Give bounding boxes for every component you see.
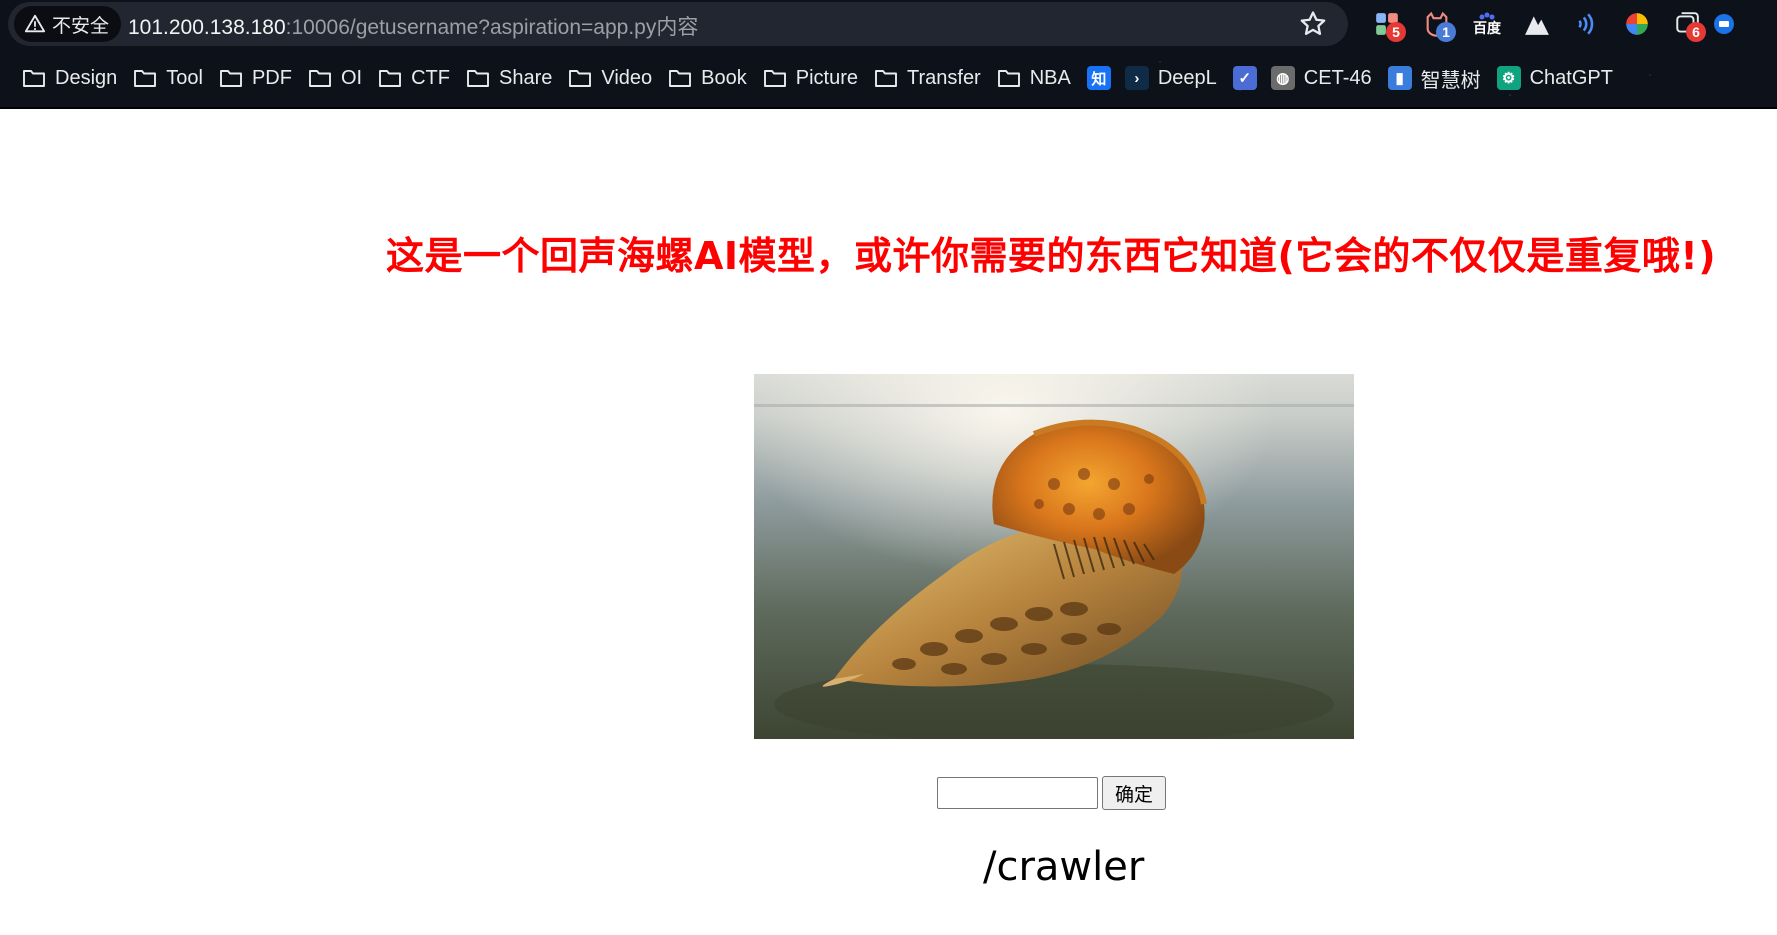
bookmark-label: DeepL xyxy=(1157,66,1217,89)
bookmark-pdf[interactable]: PDF xyxy=(217,58,306,98)
url-text[interactable]: 101.200.138.180:10006/getusername?aspira… xyxy=(128,11,698,41)
site-favicon-icon: ▮ xyxy=(1387,66,1412,90)
translate-icon[interactable] xyxy=(1712,4,1740,44)
site-favicon-icon: 知 xyxy=(1086,66,1111,90)
folder-icon xyxy=(763,68,787,88)
bookmark-label: Design xyxy=(55,66,118,89)
bookmark-label: Transfer xyxy=(907,66,981,89)
folder-icon xyxy=(378,68,402,88)
site-favicon-icon: ⚙ xyxy=(1496,66,1521,90)
extension-badge: 6 xyxy=(1686,22,1706,42)
bookmark-label: CET-46 xyxy=(1303,66,1372,89)
baidu-label: 百度 xyxy=(1473,21,1501,37)
bookmark-label: Book xyxy=(701,66,747,89)
conch-shell-image xyxy=(754,374,1354,739)
folder-icon xyxy=(874,68,898,88)
extension-badge: 5 xyxy=(1386,22,1406,42)
cat-extension-icon[interactable]: 1 xyxy=(1412,4,1462,44)
color-circle-icon[interactable] xyxy=(1612,4,1662,44)
folder-icon xyxy=(308,68,332,88)
baidu-icon[interactable]: 百度 xyxy=(1462,4,1512,44)
bookmark-label: CTF xyxy=(411,66,450,89)
bookmark-book[interactable]: Book xyxy=(666,58,761,98)
bookmark-label: ChatGPT xyxy=(1529,66,1613,89)
bookmark-design[interactable]: Design xyxy=(20,58,131,98)
bookmark-video[interactable]: Video xyxy=(566,58,666,98)
bookmark-label: Share xyxy=(498,66,553,89)
bookmarks-bar: Design Tool PDF OI CTF Share Video Book Picture T… xyxy=(0,58,1777,98)
site-favicon-icon: ✓ xyxy=(1232,66,1257,90)
bookmark-deepl[interactable]: › DeepL xyxy=(1123,58,1231,98)
bookmark-label: 智慧树 xyxy=(1420,69,1481,92)
bookmark-picture[interactable]: Picture xyxy=(761,58,872,98)
folder-icon xyxy=(668,68,692,88)
bookmark-cet-46[interactable]: ◍ CET-46 xyxy=(1269,58,1386,98)
bookmark-label: OI xyxy=(340,66,363,89)
folder-icon xyxy=(466,68,490,88)
bookmark-site-11[interactable]: 知 xyxy=(1085,58,1123,98)
bookmark-label: Tool xyxy=(166,66,203,89)
signal-icon[interactable] xyxy=(1562,4,1612,44)
grid-extension-icon[interactable]: 5 xyxy=(1362,4,1412,44)
bookmark-label: Video xyxy=(601,66,653,89)
bookmark-transfer[interactable]: Transfer xyxy=(872,58,995,98)
extensions-toolbar: 5 1 百度 6 xyxy=(1362,4,1740,44)
folder-icon xyxy=(219,68,243,88)
folder-icon xyxy=(22,68,46,88)
bookmark-ctf[interactable]: CTF xyxy=(376,58,464,98)
site-favicon-icon: ◍ xyxy=(1270,66,1295,90)
bookmark-label: PDF xyxy=(251,66,292,89)
address-bar[interactable]: 不安全 101.200.138.180:10006/getusername?as… xyxy=(8,2,1348,46)
bookmark-star-icon[interactable] xyxy=(1298,9,1328,39)
bookmark-chatgpt[interactable]: ⚙ ChatGPT xyxy=(1495,58,1627,98)
mountain-icon[interactable] xyxy=(1512,4,1562,44)
url-host: 101.200.138.180 xyxy=(128,16,286,39)
aspiration-input[interactable] xyxy=(937,777,1098,809)
site-favicon-icon: › xyxy=(1124,66,1149,90)
bookmark-label: Picture xyxy=(795,66,858,89)
extension-badge: 1 xyxy=(1436,22,1456,42)
folder-icon xyxy=(568,68,592,88)
browser-chrome: 不安全 101.200.138.180:10006/getusername?as… xyxy=(0,0,1777,109)
bookmark-label: NBA xyxy=(1029,66,1071,89)
bookmark-share[interactable]: Share xyxy=(464,58,566,98)
page-headline: 这是一个回声海螺AI模型，或许你需要的东西它知道(它会的不仅仅是重复哦!) xyxy=(386,234,1717,278)
security-chip[interactable]: 不安全 xyxy=(14,6,122,42)
confirm-button[interactable]: 确定 xyxy=(1102,776,1167,810)
bookmark--[interactable]: ▮ 智慧树 xyxy=(1386,58,1495,98)
tabs-icon[interactable]: 6 xyxy=(1662,4,1712,44)
warning-icon xyxy=(24,14,46,33)
aspiration-form: 确定 xyxy=(937,776,1167,810)
url-path: :10006/getusername?aspiration=app.py内容 xyxy=(285,16,699,39)
folder-icon xyxy=(133,68,157,88)
folder-icon xyxy=(997,68,1021,88)
crawler-text: /crawler xyxy=(983,844,1145,890)
bookmark-nba[interactable]: NBA xyxy=(995,58,1085,98)
page-content: 这是一个回声海螺AI模型，或许你需要的东西它知道(它会的不仅仅是重复哦!) 确定… xyxy=(0,109,1777,935)
bookmark-tool[interactable]: Tool xyxy=(131,58,217,98)
security-label: 不安全 xyxy=(52,14,110,37)
bookmark-site-13[interactable]: ✓ xyxy=(1231,58,1269,98)
bookmark-oi[interactable]: OI xyxy=(306,58,376,98)
